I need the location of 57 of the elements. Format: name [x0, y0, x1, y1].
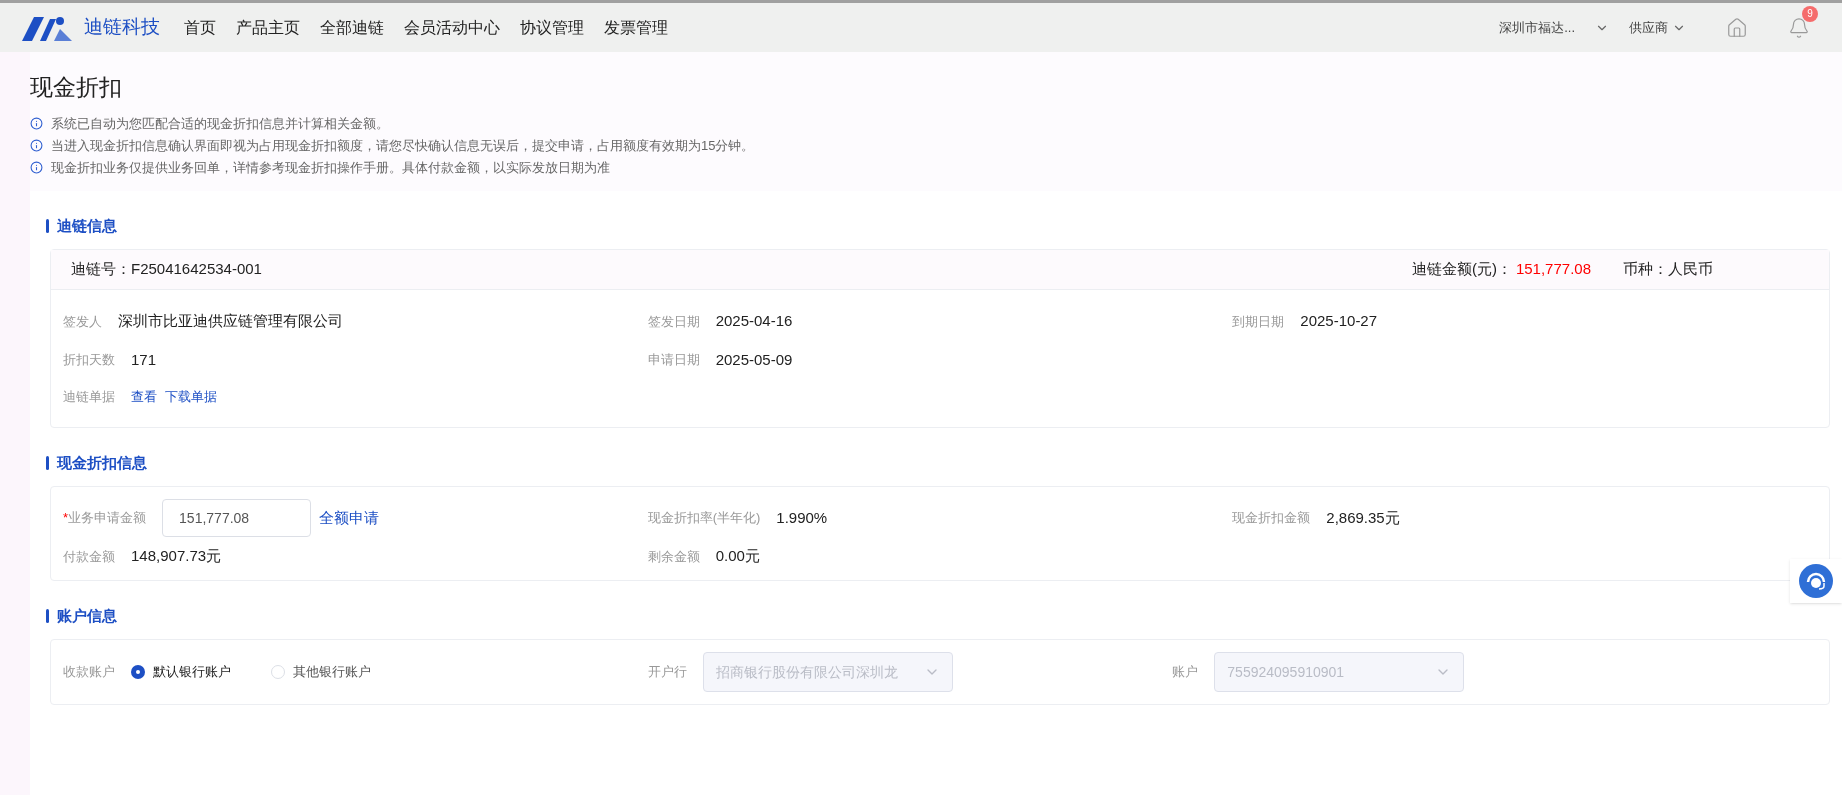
nav-link[interactable]: 首页 [184, 15, 216, 40]
field-label: 签发人 [63, 312, 102, 331]
nav-link[interactable]: 全部迪链 [320, 15, 384, 40]
field-label: 收款账户 [63, 663, 115, 682]
page-title: 现金折扣 [30, 73, 123, 102]
currency-text: 币种：人民币 [1623, 259, 1713, 280]
radio-option[interactable]: 默认银行账户 [131, 662, 231, 682]
full-amount-link[interactable]: 全额申请 [319, 506, 380, 530]
nav-link[interactable]: 协议管理 [520, 15, 584, 40]
field-value: 148,907.73元 [131, 546, 222, 566]
section-heading: 账户信息 [57, 605, 117, 626]
notice-text: 现金折扣业务仅提供业务回单，详情参考现金折扣操作手册。具体付款金额，以实际发放日期为准 [51, 158, 610, 177]
field-label: 申请日期 [647, 351, 700, 369]
field-label: 现金折扣率(半年化) [647, 509, 761, 528]
field-value: 2025-05-09 [715, 349, 793, 370]
radio-option[interactable]: 其他银行账户 [271, 662, 371, 682]
field-label: 付款金额 [63, 547, 115, 566]
chain-amount: 151,777.08 [1515, 259, 1591, 280]
home-icon[interactable] [1726, 16, 1748, 39]
brand-name: 迪链科技 [84, 15, 160, 40]
company-dropdown[interactable]: 深圳市福达... [1499, 17, 1609, 38]
field-value: 1.990% [776, 507, 828, 528]
field-label: 剩余金额 [647, 547, 700, 566]
chain-number: 迪链号：F25041642534-001 [71, 259, 262, 280]
nav-link[interactable]: 产品主页 [236, 15, 300, 40]
notification-badge: 9 [1802, 5, 1818, 22]
document-link[interactable]: 下载单据 [165, 387, 217, 407]
support-button[interactable] [1790, 558, 1842, 603]
section-heading: 迪链信息 [57, 215, 117, 236]
field-value: 深圳市比亚迪供应链管理有限公司 [118, 311, 343, 331]
amount-label: 迪链金额(元)： [1411, 259, 1512, 280]
nav-link[interactable]: 会员活动中心 [404, 15, 500, 40]
notice-text: 当进入现金折扣信息确认界面即视为占用现金折扣额度，请您尽快确认信息无误后，提交申请，占用额度有效期为15分钟。 [51, 136, 755, 155]
field-label: 迪链单据 [63, 388, 115, 406]
field-value: 2025-10-27 [1300, 311, 1378, 331]
role-dropdown[interactable]: 供应商 [1629, 17, 1686, 38]
field-value: 2,869.35元 [1326, 507, 1400, 528]
info-icon [30, 139, 43, 152]
info-icon [30, 161, 43, 174]
notice-text: 系统已自动为您匹配合适的现金折扣信息并计算相关金额。 [51, 114, 389, 133]
field-label: *业务申请金额 [63, 509, 147, 528]
field-label: 折扣天数 [63, 351, 115, 369]
field-label: 开户行 [647, 663, 687, 682]
document-link[interactable]: 查看 [131, 387, 157, 407]
nav-link[interactable]: 发票管理 [604, 15, 668, 40]
field-label: 签发日期 [647, 312, 700, 331]
headset-icon [1799, 563, 1833, 598]
notification-icon[interactable] [1788, 16, 1810, 39]
section-heading: 现金折扣信息 [57, 452, 147, 473]
field-label: 到期日期 [1232, 312, 1285, 331]
field-value: 2025-04-16 [715, 311, 793, 331]
info-icon [30, 117, 43, 130]
amount-input[interactable]: 151,777.08 [162, 499, 312, 537]
field-value: 171 [131, 349, 157, 370]
field-label: 账户 [1172, 663, 1199, 682]
field-value: 0.00元 [715, 546, 760, 566]
field-label: 现金折扣金额 [1232, 509, 1311, 528]
